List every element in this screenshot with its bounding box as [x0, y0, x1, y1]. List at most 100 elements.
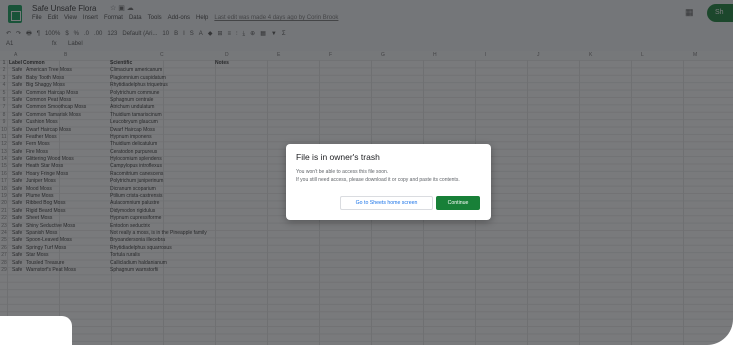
cell-common[interactable]: Mood Moss — [26, 186, 52, 193]
cell-common[interactable]: Common Peat Moss — [26, 97, 71, 104]
cell-scientific[interactable]: Hypnum imponens — [110, 134, 152, 141]
cell-label[interactable]: Safe — [12, 75, 22, 82]
cell-label[interactable]: Safe — [12, 141, 22, 148]
toolbar-item[interactable]: $ — [65, 31, 68, 37]
toolbar-item[interactable]: 100% — [45, 31, 60, 37]
cell-scientific[interactable]: Leucobryum glaucum — [110, 119, 158, 126]
apps-grid-icon[interactable]: ▦ — [685, 7, 694, 18]
row-number[interactable]: 27 — [1, 252, 7, 259]
cell-label[interactable]: Safe — [12, 178, 22, 185]
toolbar-item[interactable]: ¶ — [37, 31, 40, 37]
toolbar-item[interactable]: I — [183, 31, 185, 37]
row-number[interactable]: 13 — [1, 149, 7, 156]
cell-label[interactable]: Safe — [12, 97, 22, 104]
cell-label[interactable]: Safe — [12, 134, 22, 141]
toolbar-item[interactable]: B — [174, 31, 178, 37]
cell-scientific[interactable]: Sphagnum centrale — [110, 97, 153, 104]
column-header[interactable]: J — [537, 52, 540, 58]
cell-label[interactable]: Safe — [12, 237, 22, 244]
column-header[interactable]: H — [433, 52, 437, 58]
row-number[interactable]: 3 — [1, 75, 7, 82]
menu-item-file[interactable]: File — [32, 15, 42, 21]
row-number[interactable]: 10 — [1, 127, 7, 134]
cell-scientific[interactable]: Thuidium tamariscinum — [110, 112, 162, 119]
cell-common[interactable]: Springy Turf Moss — [26, 245, 66, 252]
formula-input[interactable]: Label — [68, 41, 83, 47]
cell-label[interactable]: Safe — [12, 90, 22, 97]
cell-label[interactable]: Safe — [12, 200, 22, 207]
column-header[interactable]: D — [225, 52, 229, 58]
column-header[interactable]: F — [329, 52, 332, 58]
column-header[interactable]: I — [485, 52, 486, 58]
cell-scientific[interactable]: Rhytidiadelphus squarrosus — [110, 245, 172, 252]
cell-common[interactable]: Tousled Treasure — [26, 260, 64, 267]
continue-button[interactable]: Continue — [436, 196, 480, 210]
toolbar-item[interactable]: A — [199, 31, 203, 37]
cell-label[interactable]: Safe — [12, 267, 22, 274]
toolbar-item[interactable]: ◆ — [208, 31, 213, 37]
cell-common[interactable]: Glittering Wood Moss — [26, 156, 74, 163]
document-title[interactable]: Safe Unsafe Flora — [32, 4, 96, 13]
menu-item-view[interactable]: View — [64, 15, 77, 21]
row-number[interactable]: 18 — [1, 186, 7, 193]
row-number[interactable]: 14 — [1, 156, 7, 163]
toolbar-item[interactable]: ↷ — [16, 31, 21, 37]
cell-common[interactable]: Ribbed Bog Moss — [26, 200, 65, 207]
cell-label-header[interactable]: Label — [9, 60, 22, 67]
cell-label[interactable]: Safe — [12, 208, 22, 215]
cell-label[interactable]: Safe — [12, 163, 22, 170]
cell-common[interactable]: Plume Moss — [26, 193, 54, 200]
cell-common[interactable]: Baby Tooth Moss — [26, 75, 64, 82]
row-number[interactable]: 26 — [1, 245, 7, 252]
cell-notes-header[interactable]: Notes — [215, 60, 229, 67]
cell-scientific[interactable]: Hypnum cupressiforme — [110, 215, 161, 222]
cell-scientific[interactable]: Didymodon rigidulus — [110, 208, 155, 215]
cell-scientific[interactable]: Racomitrium canescens — [110, 171, 163, 178]
star-move-cloud-icons[interactable]: ☆ ▣ ☁ — [110, 4, 134, 12]
toolbar-item[interactable]: ≡ — [227, 31, 231, 37]
last-edit-notice[interactable]: Last edit was made 4 days ago by Corin B… — [214, 15, 338, 21]
cell-scientific[interactable]: Atrichum undulatum — [110, 104, 154, 111]
share-button[interactable]: Sh — [707, 4, 733, 22]
toolbar-item[interactable]: S — [190, 31, 194, 37]
menu-item-addons[interactable]: Add-ons — [168, 15, 190, 21]
row-number[interactable]: 28 — [1, 260, 7, 267]
cell-scientific[interactable]: Entodon seductrix — [110, 223, 150, 230]
cell-common[interactable]: Fire Moss — [26, 149, 48, 156]
cell-scientific[interactable]: Plagiomnium cuspidatum — [110, 75, 166, 82]
row-number[interactable]: 8 — [1, 112, 7, 119]
column-header[interactable]: B — [64, 52, 67, 58]
cell-label[interactable]: Safe — [12, 252, 22, 259]
cell-scientific[interactable]: Not really a moss, is in the Pineapple f… — [110, 230, 207, 237]
cell-scientific[interactable]: Sphagnum warnstorfii — [110, 267, 158, 274]
cell-label[interactable]: Safe — [12, 260, 22, 267]
column-header[interactable]: M — [693, 52, 697, 58]
row-number[interactable]: 9 — [1, 119, 7, 126]
cell-label[interactable]: Safe — [12, 82, 22, 89]
menu-item-edit[interactable]: Edit — [48, 15, 58, 21]
toolbar-item[interactable]: Σ — [282, 31, 286, 37]
cell-scientific[interactable]: Polytrichum commune — [110, 90, 159, 97]
cell-label[interactable]: Safe — [12, 230, 22, 237]
cell-label[interactable]: Safe — [12, 193, 22, 200]
sheets-logo-icon[interactable] — [8, 5, 22, 23]
row-number[interactable]: 7 — [1, 104, 7, 111]
cell-scientific[interactable]: Campylopus introflexus — [110, 163, 162, 170]
cell-scientific[interactable]: Rhytidiadelphus triquetrus — [110, 82, 168, 89]
menu-item-tools[interactable]: Tools — [148, 15, 162, 21]
cell-scientific[interactable]: Tortula ruralis — [110, 252, 140, 259]
cell-label[interactable]: Safe — [12, 215, 22, 222]
cell-scientific[interactable]: Callicladium haldanianum — [110, 260, 167, 267]
menu-item-insert[interactable]: Insert — [83, 15, 98, 21]
row-number[interactable]: 23 — [1, 223, 7, 230]
row-number[interactable]: 21 — [1, 208, 7, 215]
toolbar-item[interactable]: .0 — [84, 31, 89, 37]
cell-scientific[interactable]: Aulacomnium palustre — [110, 200, 159, 207]
toolbar-item[interactable]: Default (Ari... — [122, 31, 157, 37]
row-number[interactable]: 5 — [1, 90, 7, 97]
column-header[interactable]: C — [160, 52, 164, 58]
cell-common[interactable]: Dwarf Haircap Moss — [26, 127, 71, 134]
cell-common-header[interactable]: Common — [23, 60, 45, 67]
toolbar-item[interactable]: .00 — [94, 31, 102, 37]
row-number[interactable]: 17 — [1, 178, 7, 185]
